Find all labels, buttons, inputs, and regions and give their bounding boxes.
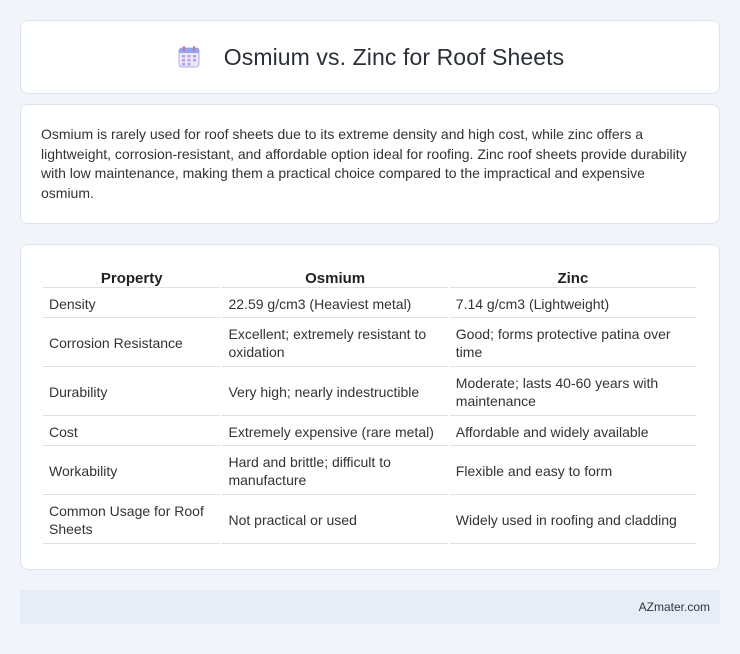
page-title: Osmium vs. Zinc for Roof Sheets	[223, 43, 565, 70]
footer: AZmater.com	[20, 590, 720, 624]
table-cell: Not practical or used	[222, 497, 448, 544]
table-cell: 7.14 g/cm3 (Lightweight)	[449, 290, 696, 318]
table-cell: Density	[43, 290, 221, 318]
comparison-table: Property Osmium Zinc Density 22.59 g/cm3…	[41, 264, 698, 546]
table-cell: Cost	[43, 418, 221, 446]
table-cell: Moderate; lasts 40-60 years with mainten…	[449, 369, 696, 416]
table-row: Cost Extremely expensive (rare metal) Af…	[43, 418, 696, 446]
table-row: Durability Very high; nearly indestructi…	[43, 369, 696, 416]
table-cell: Good; forms protective patina over time	[449, 320, 696, 367]
footer-site-label: AZmater.com	[638, 600, 710, 614]
comparison-table-card: Property Osmium Zinc Density 22.59 g/cm3…	[20, 244, 720, 570]
calendar-icon	[176, 44, 202, 70]
table-cell: Common Usage for Roof Sheets	[43, 497, 221, 544]
table-cell: Excellent; extremely resistant to oxidat…	[222, 320, 448, 367]
header-property: Property	[43, 266, 221, 288]
summary-text: Osmium is rarely used for roof sheets du…	[41, 126, 687, 201]
table-cell: 22.59 g/cm3 (Heaviest metal)	[222, 290, 448, 318]
table-row: Corrosion Resistance Excellent; extremel…	[43, 320, 696, 367]
table-cell: Corrosion Resistance	[43, 320, 221, 367]
table-cell: Widely used in roofing and cladding	[449, 497, 696, 544]
header-zinc: Zinc	[449, 266, 696, 288]
table-cell: Durability	[43, 369, 221, 416]
table-cell: Workability	[43, 448, 221, 495]
table-cell: Very high; nearly indestructible	[222, 369, 448, 416]
summary-card: Osmium is rarely used for roof sheets du…	[20, 104, 720, 224]
table-row: Density 22.59 g/cm3 (Heaviest metal) 7.1…	[43, 290, 696, 318]
table-header-row: Property Osmium Zinc	[43, 266, 696, 288]
table-row: Common Usage for Roof Sheets Not practic…	[43, 497, 696, 544]
header-osmium: Osmium	[222, 266, 448, 288]
table-cell: Flexible and easy to form	[449, 448, 696, 495]
table-cell: Affordable and widely available	[449, 418, 696, 446]
table-cell: Extremely expensive (rare metal)	[222, 418, 448, 446]
title-card: Osmium vs. Zinc for Roof Sheets	[20, 20, 720, 94]
table-cell: Hard and brittle; difficult to manufactu…	[222, 448, 448, 495]
table-row: Workability Hard and brittle; difficult …	[43, 448, 696, 495]
